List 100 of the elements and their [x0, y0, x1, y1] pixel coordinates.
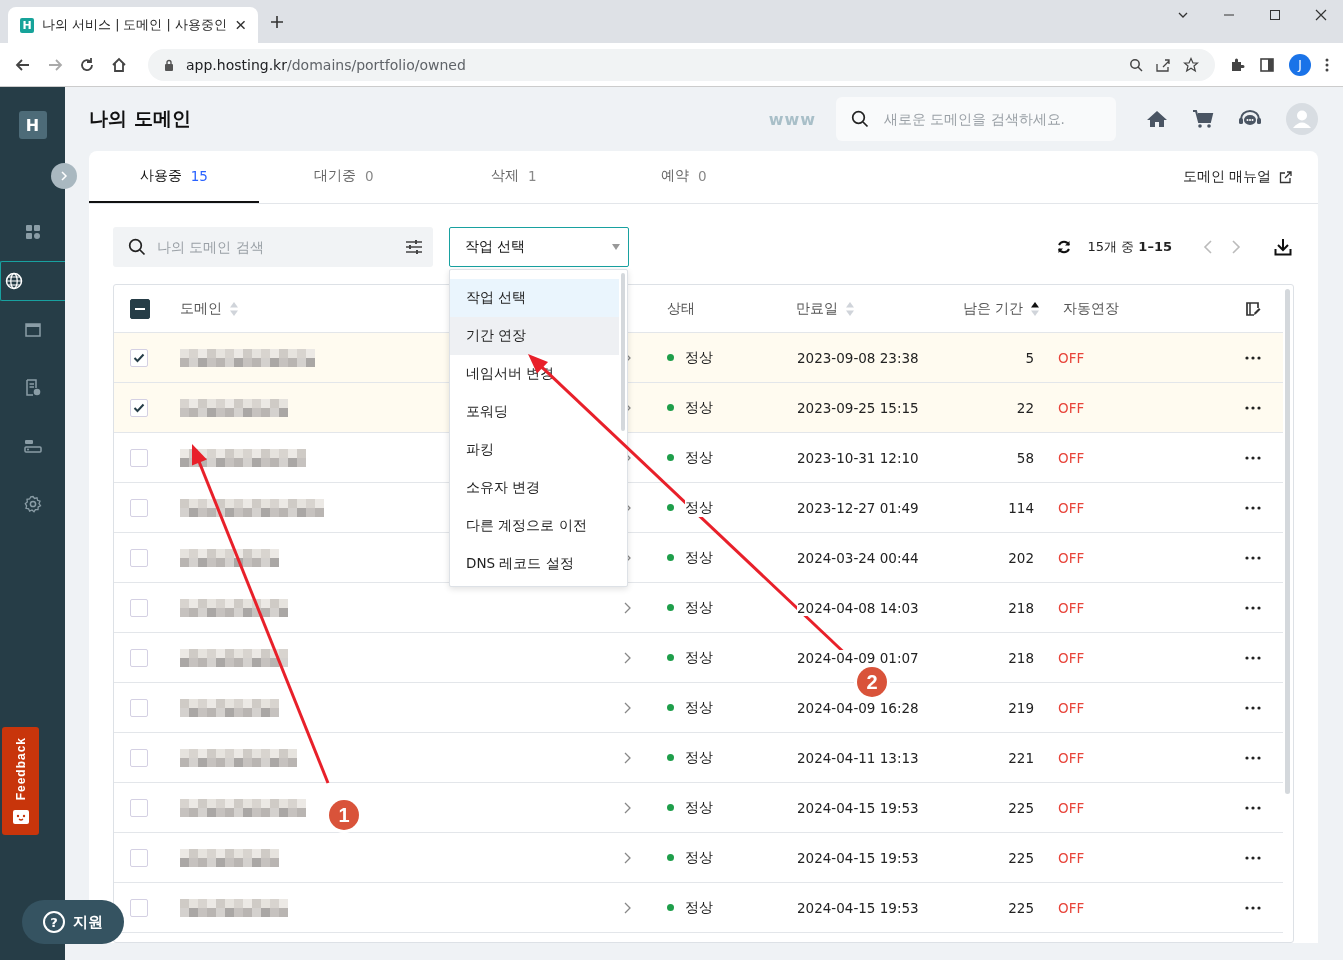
auto-renew-status: OFF	[1058, 749, 1085, 766]
row-checkbox[interactable]	[130, 548, 148, 567]
status-text: 정상	[685, 348, 713, 367]
column-header[interactable]: 도메인	[180, 299, 222, 318]
column-header: 상태	[667, 299, 695, 318]
chevron-right-icon[interactable]	[623, 801, 631, 814]
sort-icon[interactable]	[1031, 300, 1039, 317]
status-dot	[667, 554, 674, 561]
search-icon[interactable]	[1129, 57, 1143, 72]
menu-item[interactable]: DNS 레코드 설정	[450, 545, 619, 583]
chevron-right-icon[interactable]	[623, 601, 631, 614]
support-button[interactable]: ? 지원	[22, 900, 124, 944]
menu-item[interactable]: 기간 연장	[450, 317, 619, 355]
puzzle-icon[interactable]	[1229, 56, 1245, 73]
row-checkbox[interactable]	[130, 898, 148, 917]
menu-item[interactable]: 파킹	[450, 431, 619, 469]
tab[interactable]: 삭제 1	[429, 151, 599, 203]
reload-icon[interactable]	[78, 55, 96, 74]
remaining-days: 218	[1008, 599, 1034, 616]
row-checkbox[interactable]	[130, 698, 148, 717]
maximize-icon[interactable]	[1269, 8, 1281, 21]
menu-icon[interactable]	[1325, 56, 1329, 73]
menu-item[interactable]: 작업 선택	[450, 279, 619, 317]
more-icon[interactable]	[1245, 405, 1261, 410]
download-icon[interactable]	[1274, 238, 1292, 256]
row-checkbox[interactable]	[130, 598, 148, 617]
remaining-days: 22	[1016, 399, 1034, 416]
column-header[interactable]: 만료일	[796, 299, 838, 318]
share-icon[interactable]	[1155, 57, 1171, 72]
filter-icon[interactable]	[405, 239, 423, 255]
more-icon[interactable]	[1245, 605, 1261, 610]
status-text: 정상	[685, 648, 713, 667]
row-checkbox[interactable]	[130, 448, 148, 467]
remaining-days: 219	[1008, 699, 1034, 716]
more-icon[interactable]	[1245, 455, 1261, 460]
more-icon[interactable]	[1245, 855, 1261, 860]
row-checkbox[interactable]	[130, 748, 148, 767]
chevron-right-icon[interactable]	[623, 701, 631, 714]
domain-search-field[interactable]: 새로운 도메인을 검색하세요.	[836, 97, 1116, 141]
column-header[interactable]: 남은 기간	[962, 299, 1023, 318]
cart-icon[interactable]	[1192, 109, 1214, 129]
feedback-button[interactable]: Feedback	[2, 727, 39, 835]
auto-renew-status: OFF	[1058, 699, 1085, 716]
row-checkbox[interactable]	[130, 348, 148, 367]
window-icon	[24, 323, 41, 337]
remaining-days: 58	[1016, 449, 1034, 466]
more-icon[interactable]	[1245, 355, 1261, 360]
chevron-right-icon[interactable]	[623, 751, 631, 764]
row-checkbox[interactable]	[130, 648, 148, 667]
more-icon[interactable]	[1245, 555, 1261, 560]
select-all-checkbox[interactable]	[130, 298, 150, 319]
page-title: 나의 도메인	[89, 106, 191, 131]
logo[interactable]: H	[18, 111, 47, 139]
remaining-days: 5	[1025, 349, 1034, 366]
auto-renew-status: OFF	[1058, 449, 1085, 466]
tab[interactable]: 예약 0	[599, 151, 769, 203]
auto-renew-status: OFF	[1058, 499, 1085, 516]
profile-avatar[interactable]: J	[1289, 53, 1311, 76]
more-icon[interactable]	[1245, 705, 1261, 710]
column-header: 자동연장	[1063, 299, 1119, 318]
manual-link[interactable]: 도메인 매뉴얼	[1182, 168, 1271, 186]
sidebar-icon[interactable]	[1259, 56, 1275, 73]
chevron-right-icon[interactable]	[623, 901, 631, 914]
address-bar[interactable]: app.hosting.kr/domains/portfolio/owned	[148, 48, 1215, 81]
status-dot	[667, 504, 674, 511]
status-text: 정상	[685, 598, 713, 617]
tab[interactable]: 대기중 0	[259, 151, 429, 203]
menu-item[interactable]: 소유자 변경	[450, 469, 619, 507]
menu-item[interactable]: 다른 계정으로 이전	[450, 507, 619, 545]
row-checkbox[interactable]	[130, 848, 148, 867]
domain-filter-field[interactable]: 나의 도메인 검색	[113, 227, 433, 267]
more-icon[interactable]	[1245, 655, 1261, 660]
tab[interactable]: 사용중 15	[89, 151, 259, 203]
menu-item[interactable]: 포워딩	[450, 393, 619, 431]
browser-tab[interactable]: H 나의 서비스 | 도메인 | 사용중인	[8, 7, 258, 43]
star-icon[interactable]	[1183, 56, 1199, 73]
refresh-icon[interactable]	[1055, 239, 1072, 255]
document-icon	[24, 379, 41, 397]
expiry-date: 2024-04-09 01:07	[797, 649, 919, 666]
more-icon[interactable]	[1245, 805, 1261, 810]
row-checkbox[interactable]	[130, 398, 148, 417]
action-select[interactable]: 작업 선택	[449, 227, 629, 267]
chevron-right-icon[interactable]	[623, 851, 631, 864]
status-text: 정상	[685, 848, 713, 867]
close-icon[interactable]	[234, 19, 246, 31]
favicon: H	[20, 17, 35, 33]
new-tab-icon[interactable]	[270, 14, 284, 29]
row-checkbox[interactable]	[130, 798, 148, 817]
expand-button[interactable]	[51, 163, 77, 189]
external-link-icon[interactable]	[1279, 170, 1292, 184]
home-icon[interactable]	[1146, 109, 1168, 129]
chevron-right-icon[interactable]	[623, 651, 631, 664]
home-icon[interactable]	[110, 55, 128, 74]
more-icon[interactable]	[1245, 505, 1261, 510]
more-icon[interactable]	[1245, 755, 1261, 760]
row-checkbox[interactable]	[130, 498, 148, 517]
close-icon[interactable]	[1315, 8, 1327, 21]
server-icon	[23, 438, 42, 454]
edit-columns-icon[interactable]	[1245, 300, 1261, 317]
more-icon[interactable]	[1245, 905, 1261, 910]
